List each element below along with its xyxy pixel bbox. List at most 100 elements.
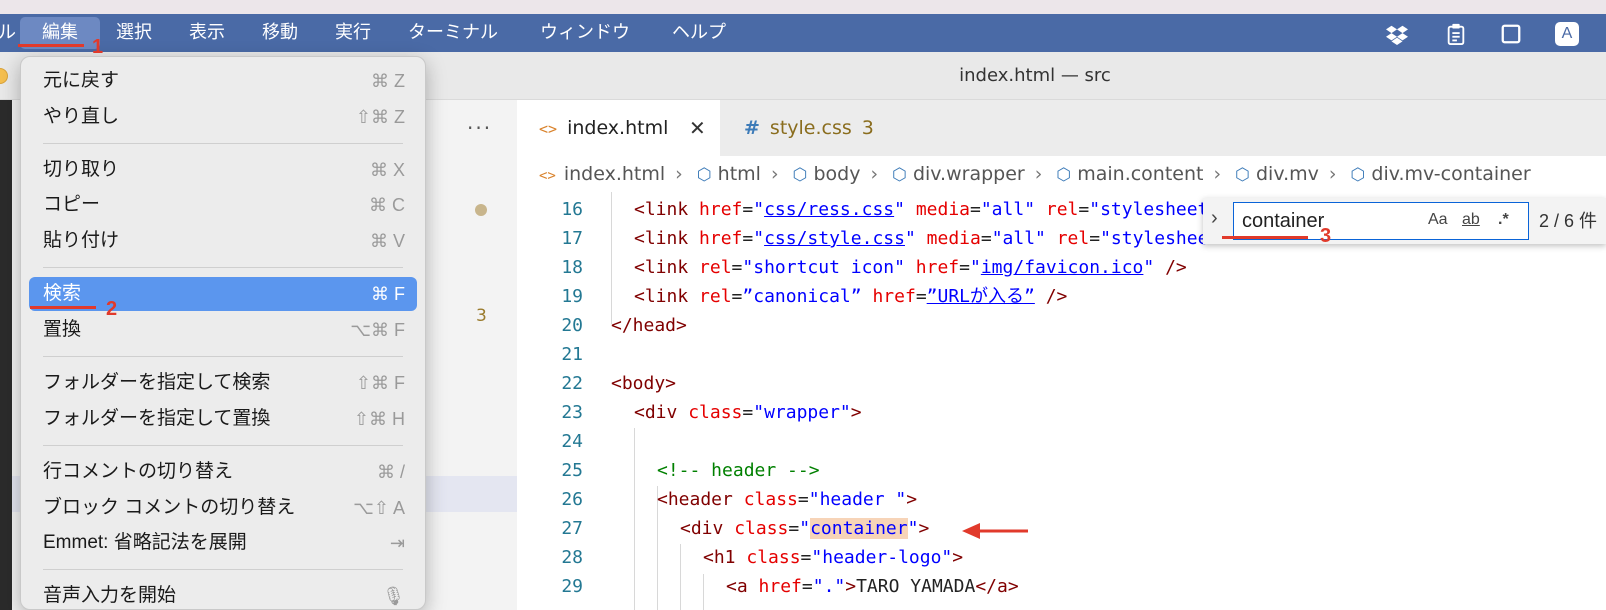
code-icon: <>: [539, 168, 556, 184]
edit-menu: 元に戻す ⌘ Z やり直し ⇧⌘ Z 切り取り ⌘ X コピー ⌘ C 貼り付け ⌘ V …: [20, 56, 426, 610]
menu-item-undo[interactable]: 元に戻す ⌘ Z: [29, 64, 417, 98]
menu-partial-file[interactable]: ル: [0, 14, 16, 52]
indent-guide: [680, 544, 681, 610]
element-cube-icon: ⬡: [792, 165, 808, 185]
menu-help[interactable]: ヘルプ: [672, 14, 726, 52]
line-number: 19: [561, 286, 583, 307]
tab-style-css[interactable]: # style.css 3: [720, 100, 925, 156]
chevron-right-icon[interactable]: ›: [1211, 207, 1218, 230]
code-line: <a href=".">TARO YAMADA</a>: [726, 576, 1019, 597]
code-line: <header class="header ">: [657, 489, 918, 510]
annotation-underline: [18, 44, 84, 47]
menu-item-copy[interactable]: コピー ⌘ C: [29, 188, 417, 222]
window-icon[interactable]: [1500, 23, 1522, 45]
line-number: 26: [561, 489, 583, 510]
chevron-right-icon: ›: [1034, 163, 1043, 185]
breadcrumb: <> index.html › ⬡ html › ⬡ body › ⬡ div.wrapper…: [517, 156, 1606, 192]
find-input[interactable]: container Aa ab .*: [1233, 202, 1529, 240]
code-line: <!-- header -->: [657, 460, 820, 481]
chevron-right-icon: ›: [770, 163, 779, 185]
modified-dot-icon: [475, 204, 487, 216]
element-cube-icon: ⬡: [892, 165, 907, 185]
activity-bar: [0, 100, 12, 610]
code-line: <div class="container">: [680, 518, 930, 539]
menu-item-cut[interactable]: 切り取り ⌘ X: [29, 153, 417, 187]
breadcrumb-item[interactable]: ⬡ div.wrapper: [892, 156, 1025, 192]
line-number: 22: [561, 373, 583, 394]
chevron-right-icon: ›: [675, 163, 683, 185]
code-line: <link href="css/style.css" media="all" r…: [634, 228, 1231, 249]
search-match-highlight: container: [810, 518, 908, 539]
menu-go[interactable]: 移動: [262, 14, 298, 52]
annotation-underline: [30, 306, 96, 309]
menu-item-find-in-folder[interactable]: フォルダーを指定して検索 ⇧⌘ F: [29, 366, 417, 400]
menu-divider: [43, 143, 403, 144]
code-icon: <>: [539, 120, 558, 138]
editor-tabbar: <> index.html ✕ # style.css 3: [517, 100, 1606, 156]
regex-icon[interactable]: .*: [1498, 211, 1509, 229]
whole-word-icon[interactable]: ab: [1462, 211, 1480, 229]
menu-item-start-dictation[interactable]: 音声入力を開始 🎙: [29, 579, 417, 609]
menu-item-emmet-expand[interactable]: Emmet: 省略記法を展開 ⇥: [29, 526, 417, 560]
breadcrumb-item[interactable]: ⬡ html: [697, 156, 761, 192]
menu-item-toggle-line-comment[interactable]: 行コメントの切り替え ⌘ /: [29, 455, 417, 489]
line-number: 24: [561, 431, 583, 452]
line-number: 20: [561, 315, 583, 336]
menu-divider: [43, 569, 403, 570]
tab-label: style.css: [769, 117, 852, 139]
menu-run[interactable]: 実行: [335, 14, 371, 52]
annotation-step-3: 3: [1320, 225, 1332, 247]
line-number: 17: [561, 228, 583, 249]
match-case-icon[interactable]: Aa: [1428, 211, 1448, 229]
input-source-icon[interactable]: A: [1555, 22, 1579, 46]
line-number: 18: [561, 257, 583, 278]
code-editor[interactable]: 16 17 18 19 20 21 22 23 24 25 26 27 28 2…: [517, 192, 1606, 610]
menu-terminal[interactable]: ターミナル: [408, 14, 498, 52]
microphone-icon: 🎙: [382, 586, 405, 606]
chevron-right-icon: ›: [1213, 163, 1222, 185]
annotation-step-2: 2: [106, 298, 118, 320]
breadcrumb-item[interactable]: ⬡ div.mv-container: [1351, 156, 1531, 192]
code-line: </head>: [611, 315, 687, 336]
line-number: 27: [561, 518, 583, 539]
close-icon[interactable]: ✕: [689, 100, 706, 156]
find-result-count: 2 / 6 件: [1539, 211, 1598, 231]
menu-divider: [43, 356, 403, 357]
menu-window[interactable]: ウィンドウ: [540, 14, 630, 52]
element-cube-icon: ⬡: [1350, 165, 1366, 185]
menubar: ル 編集 選択 表示 移動 実行 ターミナル ウィンドウ ヘルプ A: [0, 14, 1606, 52]
breadcrumb-item[interactable]: <> index.html: [539, 156, 665, 192]
menu-view[interactable]: 表示: [189, 14, 225, 52]
chevron-right-icon: ›: [870, 163, 879, 185]
menu-item-toggle-block-comment[interactable]: ブロック コメントの切り替え ⌥⇧ A: [29, 491, 417, 525]
breadcrumb-item[interactable]: ⬡ body: [793, 156, 861, 192]
chevron-right-icon: ›: [1328, 163, 1337, 185]
code-line: <div class="wrapper">: [634, 402, 862, 423]
code-line: <link rel=”canonical” href=”URLが入る” />: [634, 286, 1068, 307]
code-line: <link rel="shortcut icon" href="img/favi…: [634, 257, 1187, 278]
line-number: 23: [561, 402, 583, 423]
menu-item-redo[interactable]: やり直し ⇧⌘ Z: [29, 100, 417, 134]
problems-count: 3: [476, 306, 487, 326]
menu-item-paste[interactable]: 貼り付け ⌘ V: [29, 224, 417, 258]
tab-index-html[interactable]: <> index.html ✕: [517, 100, 720, 156]
menu-divider: [43, 267, 403, 268]
more-actions-button[interactable]: ···: [467, 116, 492, 140]
breadcrumb-item[interactable]: ⬡ div.mv: [1235, 156, 1319, 192]
code-line: <link href="css/ress.css" media="all" re…: [634, 199, 1220, 220]
menu-item-replace-in-folder[interactable]: フォルダーを指定して置換 ⇧⌘ H: [29, 402, 417, 436]
annotation-step-1: 1: [92, 36, 104, 58]
line-number: 28: [561, 547, 583, 568]
dropbox-icon[interactable]: [1386, 23, 1408, 45]
top-strip: [0, 0, 1606, 14]
annotation-underline: [1222, 236, 1308, 239]
clipboard-icon[interactable]: [1445, 23, 1467, 45]
breadcrumb-item[interactable]: ⬡ main.content: [1056, 156, 1203, 192]
menu-item-replace[interactable]: 置換 ⌥⌘ F: [29, 313, 417, 347]
annotation-arrow-icon: [962, 523, 1028, 539]
element-cube-icon: ⬡: [1235, 165, 1250, 185]
element-cube-icon: ⬡: [1056, 165, 1072, 185]
menu-divider: [43, 445, 403, 446]
menu-selection[interactable]: 選択: [116, 14, 152, 52]
indent-guide: [703, 574, 704, 610]
